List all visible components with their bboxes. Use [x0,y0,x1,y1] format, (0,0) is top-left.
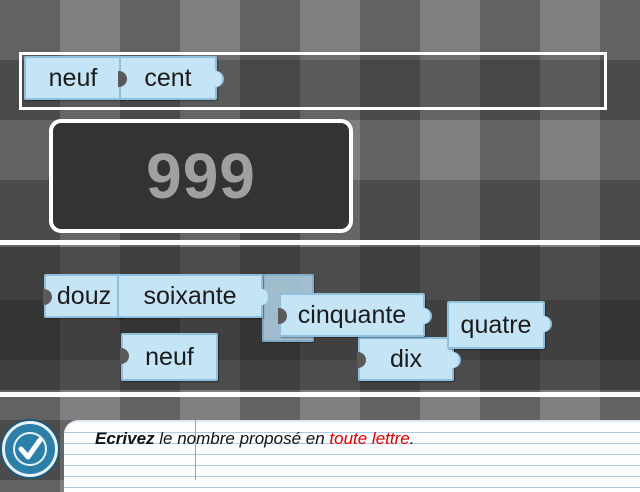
check-icon [13,432,47,466]
tile-quatre[interactable]: quatre [447,301,552,349]
check-button[interactable] [2,421,58,477]
answer-tile-cent[interactable]: cent [118,56,224,100]
instruction-text: Ecrivez le nombre proposé en toute lettr… [95,429,414,449]
instruction-end: . [409,429,415,448]
tile-label: soixante [143,281,237,310]
tile-label: douz [56,281,112,310]
instruction-highlight: toute lettre [329,429,410,448]
tile-soixante[interactable]: soixante [117,274,270,318]
tile-label: neuf [145,342,194,371]
answer-tile-label: neuf [48,63,98,92]
tile-label: dix [390,344,422,373]
tile-cinquante[interactable]: cinquante [278,293,432,337]
answer-tile-neuf[interactable]: neuf [24,56,129,100]
tile-douz[interactable]: douz [43,274,124,318]
number-display: 999 [49,119,353,233]
tile-neuf[interactable]: neuf [120,333,218,381]
target-number: 999 [146,140,256,212]
tile-dix[interactable]: dix [357,337,461,381]
answer-tile-label: cent [144,63,192,92]
instruction-verb: Ecrivez [95,429,155,448]
tile-label: cinquante [297,300,407,329]
instruction-middle: le nombre proposé en [154,429,330,448]
separator-top [0,240,640,245]
separator-bottom [0,392,640,397]
tile-label: quatre [460,310,532,339]
